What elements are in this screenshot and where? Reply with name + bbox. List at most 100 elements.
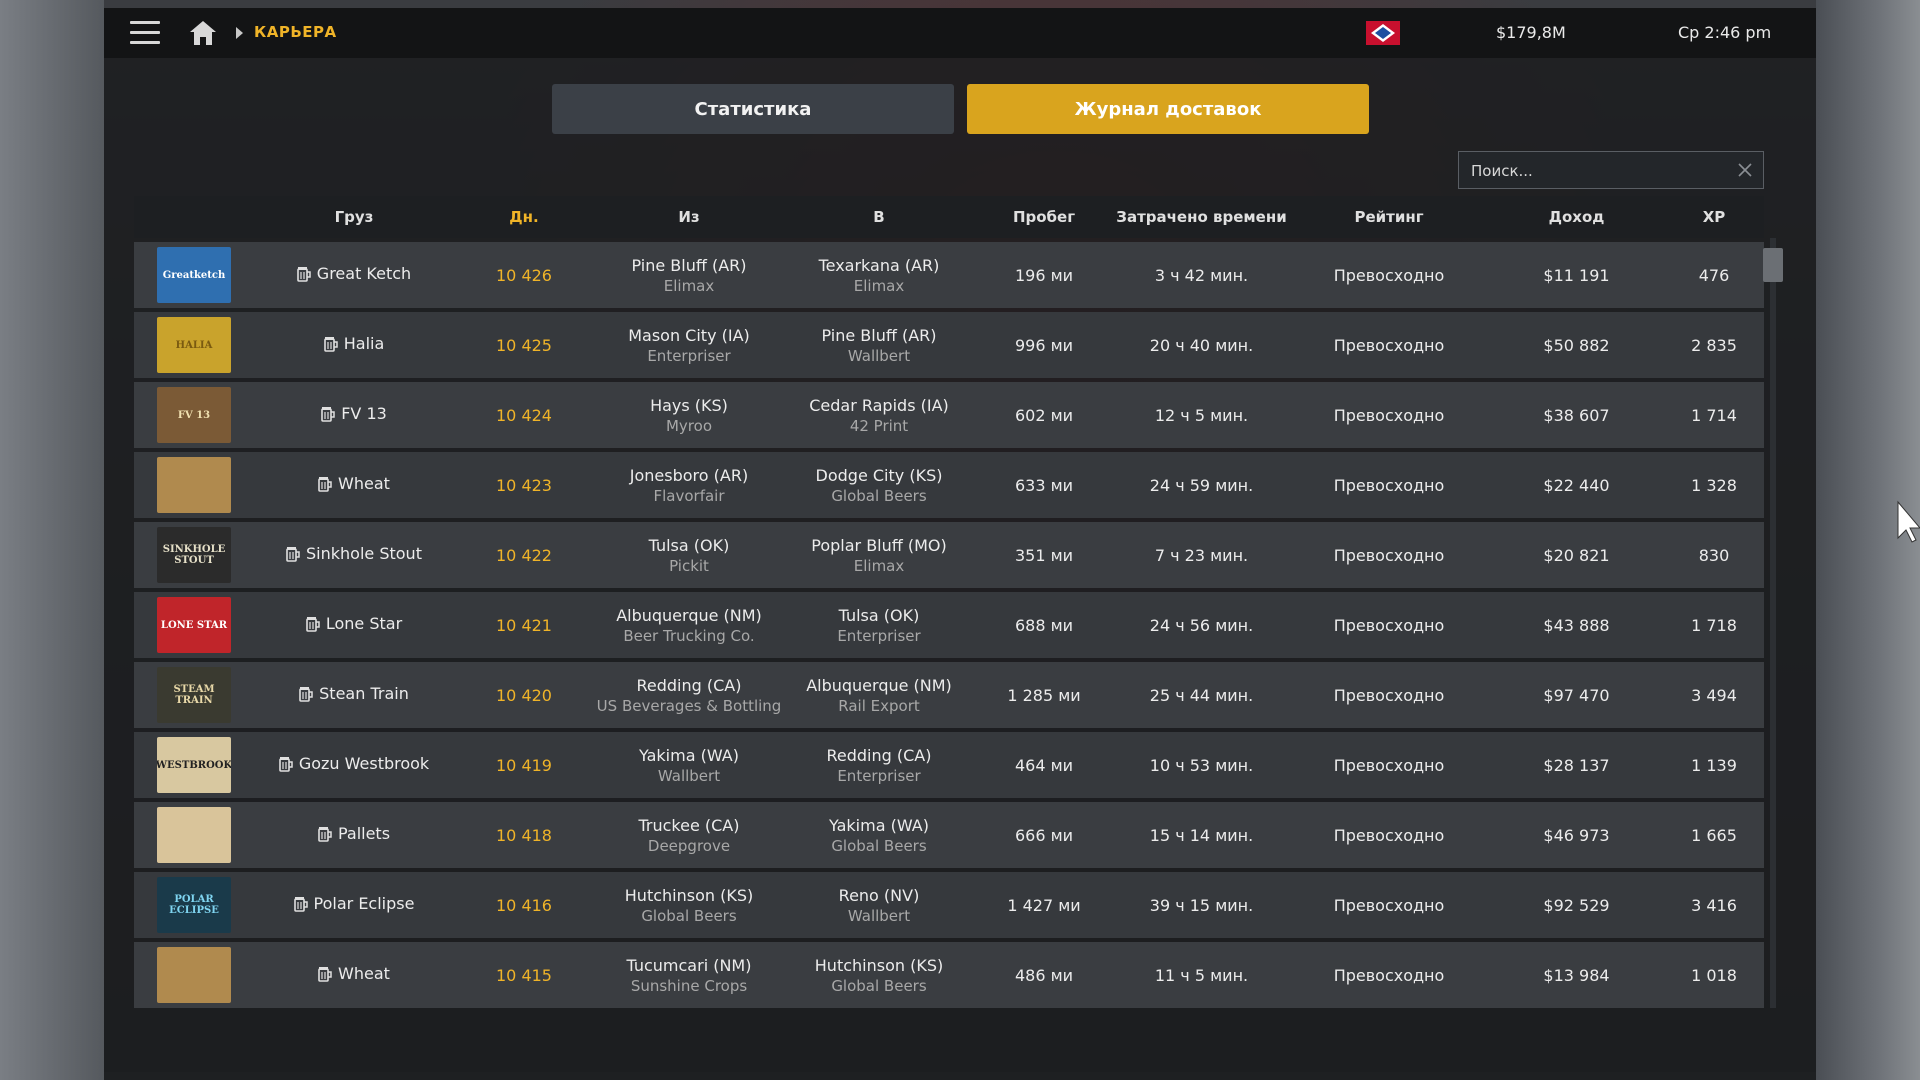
from-city: Hutchinson (KS) [624, 885, 754, 905]
header-time[interactable]: Затрачено времени [1114, 208, 1289, 226]
xp-cell: 1 718 [1691, 615, 1737, 635]
income-cell: $11 191 [1543, 265, 1610, 285]
cargo-image-cell: FV 13 [134, 387, 254, 443]
header-income[interactable]: Доход [1489, 208, 1664, 226]
from-city: Pine Bluff (AR) [631, 255, 747, 275]
from-cell: Mason City (IA) Enterpriser [594, 326, 784, 365]
rating-cell: Превосходно [1333, 615, 1445, 635]
from-company: Sunshine Crops [630, 976, 748, 995]
table-row[interactable]: STEAM TRAIN Stean Train 10 420 Redding (CA)… [134, 662, 1764, 728]
to-company: Global Beers [831, 976, 927, 995]
table-row[interactable]: Wheat 10 415 Tucumcari (NM) Sunshine Crops H… [134, 942, 1764, 1008]
xp-cell: 1 714 [1691, 405, 1737, 425]
xp-cell: 1 328 [1691, 475, 1737, 495]
income-cell: $13 984 [1543, 965, 1610, 985]
cargo-thumbnail: POLAR ECLIPSE [157, 877, 231, 933]
header-day[interactable]: Дн. [454, 208, 594, 226]
header-from[interactable]: Из [594, 208, 784, 226]
tab-delivery-log[interactable]: Журнал доставок [967, 84, 1369, 134]
to-city: Reno (NV) [838, 885, 920, 905]
to-company: Wallbert [847, 346, 911, 365]
from-cell: Hutchinson (KS) Global Beers [594, 886, 784, 925]
xp-cell: 1 018 [1691, 965, 1737, 985]
income-cell: $28 137 [1543, 755, 1610, 775]
table-row[interactable]: Wheat 10 423 Jonesboro (AR) Flavorfair Dodge… [134, 452, 1764, 518]
time-cell: 24 ч 59 мин. [1149, 475, 1254, 495]
to-cell: Albuquerque (NM) Rail Export [784, 676, 974, 715]
cargo-cell: Wheat [254, 474, 454, 496]
cargo-name: Sinkhole Stout [306, 544, 422, 564]
cargo-image-cell: LONE STAR [134, 597, 254, 653]
home-icon[interactable] [188, 19, 218, 47]
header-to[interactable]: В [784, 208, 974, 226]
income-cell: $50 882 [1543, 335, 1610, 355]
to-cell: Hutchinson (KS) Global Beers [784, 956, 974, 995]
table-row[interactable]: HALIA Halia 10 425 Mason City (IA) Enterpris… [134, 312, 1764, 378]
to-city: Hutchinson (KS) [814, 955, 944, 975]
cargo-name: Gozu Westbrook [298, 754, 430, 774]
beer-cargo-icon [299, 686, 313, 702]
scrollbar-track[interactable] [1770, 238, 1776, 1008]
day-cell: 10 426 [496, 265, 552, 285]
to-company: Global Beers [831, 486, 927, 505]
arkansas-flag-icon[interactable] [1366, 21, 1400, 45]
table-row[interactable]: POLAR ECLIPSE Polar Eclipse 10 416 Hutchins… [134, 872, 1764, 938]
cargo-thumbnail-label: FV 13 [177, 409, 211, 421]
breadcrumb[interactable]: КАРЬЕРА [254, 23, 337, 41]
time-cell: 12 ч 5 мин. [1154, 405, 1249, 425]
to-cell: Reno (NV) Wallbert [784, 886, 974, 925]
scrollbar-thumb[interactable] [1763, 248, 1783, 282]
to-city: Poplar Bluff (MO) [811, 535, 947, 555]
to-company: Rail Export [838, 696, 920, 715]
table-row[interactable]: WESTBROOK Gozu Westbrook 10 419 Yakima (WA)… [134, 732, 1764, 798]
header-cargo[interactable]: Груз [254, 208, 454, 226]
menu-icon[interactable] [130, 21, 160, 45]
from-city: Truckee (CA) [638, 815, 740, 835]
close-icon[interactable] [1737, 162, 1753, 178]
to-company: Enterpriser [837, 626, 921, 645]
distance-cell: 1 285 ми [1007, 685, 1081, 705]
from-cell: Yakima (WA) Wallbert [594, 746, 784, 785]
mouse-cursor-icon [1897, 500, 1920, 543]
tab-statistics[interactable]: Статистика [552, 84, 954, 134]
income-cell: $22 440 [1543, 475, 1610, 495]
distance-cell: 486 ми [1014, 965, 1074, 985]
day-cell: 10 420 [496, 685, 552, 705]
day-cell: 10 423 [496, 475, 552, 495]
search-box[interactable] [1458, 151, 1764, 190]
search-input[interactable] [1469, 152, 1733, 190]
income-cell: $46 973 [1543, 825, 1610, 845]
from-company: US Beverages & Bottling [596, 696, 782, 715]
time-cell: 7 ч 23 мин. [1154, 545, 1249, 565]
cargo-thumbnail: LONE STAR [157, 597, 231, 653]
cargo-thumbnail: HALIA [157, 317, 231, 373]
income-cell: $38 607 [1543, 405, 1610, 425]
table-row[interactable]: FV 13 FV 13 10 424 Hays (KS) Myroo Cedar Rapi… [134, 382, 1764, 448]
rating-cell: Превосходно [1333, 895, 1445, 915]
cargo-thumbnail [157, 947, 231, 1003]
table-row[interactable]: LONE STAR Lone Star 10 421 Albuquerque (NM)… [134, 592, 1764, 658]
cargo-thumbnail [157, 457, 231, 513]
income-cell: $43 888 [1543, 615, 1610, 635]
header-xp[interactable]: XP [1664, 208, 1764, 226]
day-cell: 10 418 [496, 825, 552, 845]
distance-cell: 996 ми [1014, 335, 1074, 355]
from-company: Pickit [669, 556, 709, 575]
income-cell: $97 470 [1543, 685, 1610, 705]
to-company: 42 Print [849, 416, 909, 435]
table-row[interactable]: SINKHOLE STOUT Sinkhole Stout 10 422 Tulsa … [134, 522, 1764, 588]
cargo-thumbnail-label: STEAM TRAIN [173, 684, 215, 706]
cargo-image-cell: HALIA [134, 317, 254, 373]
xp-cell: 476 [1698, 265, 1730, 285]
header-rating[interactable]: Рейтинг [1289, 208, 1489, 226]
cargo-name: Pallets [337, 824, 391, 844]
table-row[interactable]: Greatketch Great Ketch 10 426 Pine Bluff (A… [134, 242, 1764, 308]
table-row[interactable]: Pallets 10 418 Truckee (CA) Deepgrove Yakima… [134, 802, 1764, 868]
to-city: Albuquerque (NM) [806, 675, 952, 695]
header-distance[interactable]: Пробег [974, 208, 1114, 226]
day-cell: 10 425 [496, 335, 552, 355]
cargo-cell: Wheat [254, 964, 454, 986]
distance-cell: 351 ми [1014, 545, 1074, 565]
from-company: Wallbert [657, 766, 721, 785]
rating-cell: Превосходно [1333, 825, 1445, 845]
